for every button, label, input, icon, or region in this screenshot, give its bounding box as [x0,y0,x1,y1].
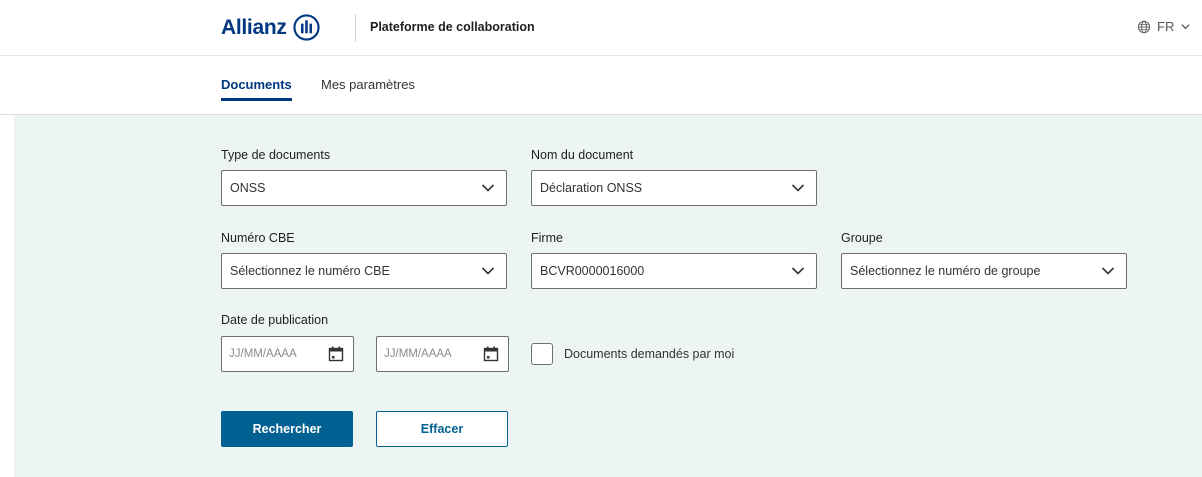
chevron-down-icon [481,267,495,275]
globe-icon [1137,20,1151,33]
platform-title: Plateforme de collaboration [370,20,535,34]
brand[interactable]: Allianz [221,14,320,41]
pub-date-label: Date de publication [221,313,329,327]
doc-type-label: Type de documents [221,148,331,162]
chevron-down-icon [1101,267,1115,275]
doc-type-select[interactable]: ONSS [221,170,507,206]
allianz-logo-icon [292,14,320,41]
tab-my-settings[interactable]: Mes paramètres [321,77,415,92]
chevron-down-icon [791,267,805,275]
top-header: Allianz Plateforme de collaboration FR [0,0,1202,56]
group-label: Groupe [841,231,883,245]
group-select[interactable]: Sélectionnez le numéro de groupe [841,253,1127,289]
chevron-down-icon [1181,24,1190,30]
doc-type-value: ONSS [230,181,266,195]
doc-name-value: Déclaration ONSS [540,181,643,195]
cbe-select[interactable]: Sélectionnez le numéro CBE [221,253,507,289]
firm-value: BCVR0000016000 [540,264,645,278]
firm-label: Firme [531,231,563,245]
clear-button[interactable]: Effacer [376,411,508,447]
requested-by-me-checkbox[interactable] [531,343,553,365]
requested-by-me-label[interactable]: Documents demandés par moi [564,347,734,361]
language-label: FR [1157,19,1175,34]
tab-bar: Documents Mes paramètres [0,56,1202,115]
active-tab-indicator [221,98,292,101]
date-from-input[interactable]: JJ/MM/AAAA [221,336,354,372]
doc-name-select[interactable]: Déclaration ONSS [531,170,817,206]
header-divider [355,14,356,42]
calendar-icon[interactable] [483,346,499,362]
language-selector[interactable]: FR [1137,19,1191,34]
calendar-icon[interactable] [328,346,344,362]
search-button[interactable]: Rechercher [221,411,353,447]
cbe-label: Numéro CBE [221,231,295,245]
brand-name: Allianz [221,15,287,39]
date-to-placeholder: JJ/MM/AAAA [384,348,452,360]
date-to-input[interactable]: JJ/MM/AAAA [376,336,509,372]
chevron-down-icon [481,184,495,192]
chevron-down-icon [791,184,805,192]
cbe-value: Sélectionnez le numéro CBE [230,264,390,278]
tab-documents[interactable]: Documents [221,77,292,92]
group-value: Sélectionnez le numéro de groupe [850,264,1041,278]
date-from-placeholder: JJ/MM/AAAA [229,348,297,360]
doc-name-label: Nom du document [531,148,634,162]
firm-select[interactable]: BCVR0000016000 [531,253,817,289]
